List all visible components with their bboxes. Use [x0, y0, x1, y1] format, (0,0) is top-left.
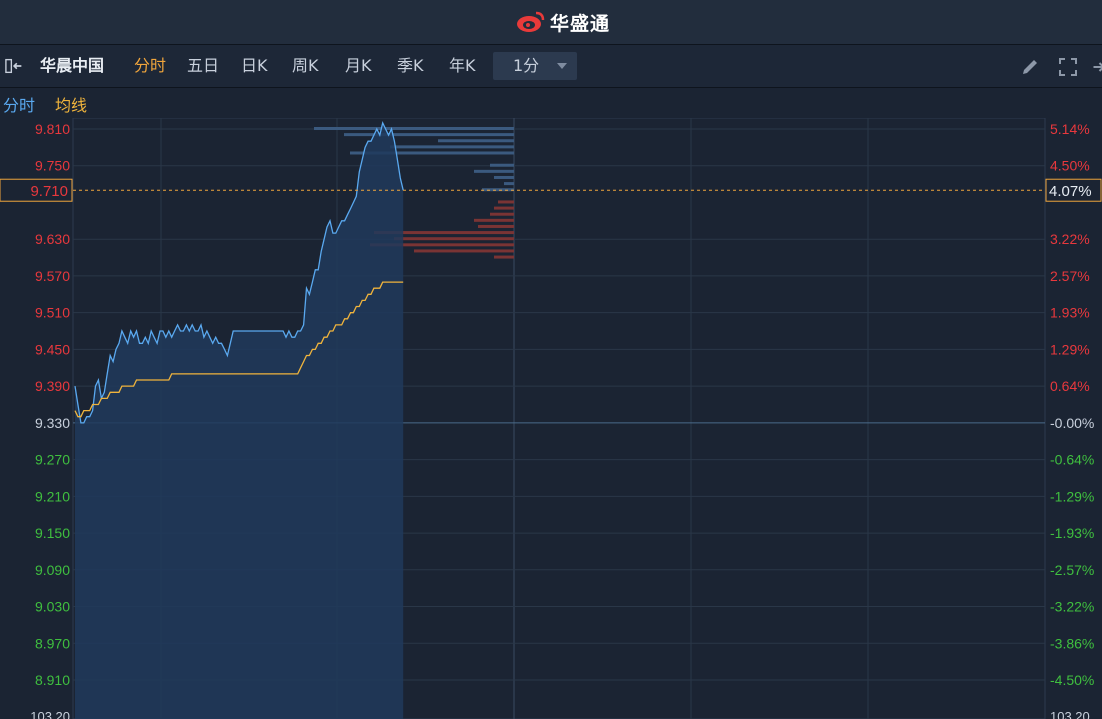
bid-depth-bar [494, 255, 514, 259]
bid-depth-bar [478, 224, 514, 228]
tab-weekly-k[interactable]: 周K [292, 45, 319, 87]
toolbar: 华晨中国 分时 五日 日K 周K 月K 季K 年K 1分 [0, 45, 1102, 88]
tab-yearly-k[interactable]: 年K [449, 45, 476, 87]
pct-tick-label: 2.57% [1050, 268, 1090, 284]
y-tick-label: 9.330 [35, 415, 70, 431]
y-tick-label: 8.910 [35, 672, 70, 688]
chevron-down-icon [557, 63, 567, 69]
brand: 华盛通 [516, 8, 610, 36]
bid-depth-bar [490, 212, 514, 216]
y-tick-label: 9.090 [35, 562, 70, 578]
brand-name: 华盛通 [550, 12, 611, 35]
pencil-icon[interactable] [1020, 57, 1040, 77]
ask-depth-bar [314, 127, 514, 130]
pct-tick-label: -3.86% [1050, 635, 1094, 651]
bid-depth-bar [474, 218, 514, 222]
tab-five-day[interactable]: 五日 [187, 45, 219, 87]
fullscreen-icon[interactable] [1058, 57, 1078, 77]
chart-legend: 分时 均线 [0, 88, 1102, 118]
bid-depth-bar [494, 206, 514, 210]
interval-select[interactable]: 1分 [493, 52, 577, 80]
pct-tick-label: 0.64% [1050, 378, 1090, 394]
pct-tick-label: 1.29% [1050, 341, 1090, 357]
y-tick-label: 8.970 [35, 635, 70, 651]
pct-tick-label: -0.00% [1050, 415, 1094, 431]
tab-timeshare[interactable]: 分时 [134, 45, 166, 87]
legend-price-line: 分时 [3, 96, 36, 115]
legend-average-line: 均线 [55, 96, 88, 115]
y-tick-label: 9.630 [35, 231, 70, 247]
tab-daily-k[interactable]: 日K [241, 45, 268, 87]
y-tick-label: 9.150 [35, 525, 70, 541]
pct-tick-label: -1.29% [1050, 488, 1094, 504]
ask-depth-bar [390, 145, 514, 149]
y-tick-label: 9.510 [35, 305, 70, 321]
y-tick-label: 9.390 [35, 378, 70, 394]
pct-tick-label: -2.57% [1050, 562, 1094, 578]
stock-name[interactable]: 华晨中国 [40, 45, 104, 87]
ask-depth-bar [494, 175, 514, 179]
pct-tick-label: 5.14% [1050, 121, 1090, 137]
ask-depth-bar [490, 163, 514, 167]
interval-value: 1分 [513, 56, 540, 75]
volume-max-label-right: 103.20 [1050, 709, 1090, 719]
pct-tick-label: 1.93% [1050, 305, 1090, 321]
arrow-right-icon[interactable] [1089, 57, 1102, 77]
pct-tick-label: 3.22% [1050, 231, 1090, 247]
tab-quarterly-k[interactable]: 季K [397, 45, 424, 87]
pct-tick-label: -1.93% [1050, 525, 1094, 541]
current-price-label: 9.710 [30, 183, 68, 200]
pct-tick-label: -0.64% [1050, 452, 1094, 468]
y-tick-label: 9.450 [35, 341, 70, 357]
volume-max-label: 103.20 [30, 709, 70, 719]
pct-tick-label: -4.50% [1050, 672, 1094, 688]
y-tick-label: 9.570 [35, 268, 70, 284]
bid-depth-bar [394, 237, 514, 241]
pct-tick-label: -3.22% [1050, 599, 1094, 615]
pct-tick-label: 4.50% [1050, 158, 1090, 174]
brand-logo-icon [517, 11, 545, 32]
bid-depth-bar [414, 249, 514, 253]
bid-depth-bar [498, 200, 514, 204]
timeshare-chart[interactable]: 9.810 5.14% 9.750 4.50% 9.630 3.22% 9.570 2.57%… [0, 118, 1102, 719]
current-pct-label: 4.07% [1049, 183, 1092, 200]
y-tick-label: 9.030 [35, 599, 70, 615]
y-tick-label: 9.810 [35, 121, 70, 137]
title-bar: 华盛通 [0, 0, 1102, 45]
ask-depth-bar [344, 133, 514, 137]
ask-depth-bar [504, 182, 514, 186]
y-tick-label: 9.210 [35, 488, 70, 504]
tab-monthly-k[interactable]: 月K [345, 45, 372, 87]
y-tick-label: 9.750 [35, 158, 70, 174]
ask-depth-bar [482, 188, 514, 192]
ask-depth-bar [438, 139, 514, 143]
ask-depth-bar [474, 169, 514, 173]
y-tick-label: 9.270 [35, 452, 70, 468]
collapse-sidebar-icon[interactable] [5, 56, 25, 76]
